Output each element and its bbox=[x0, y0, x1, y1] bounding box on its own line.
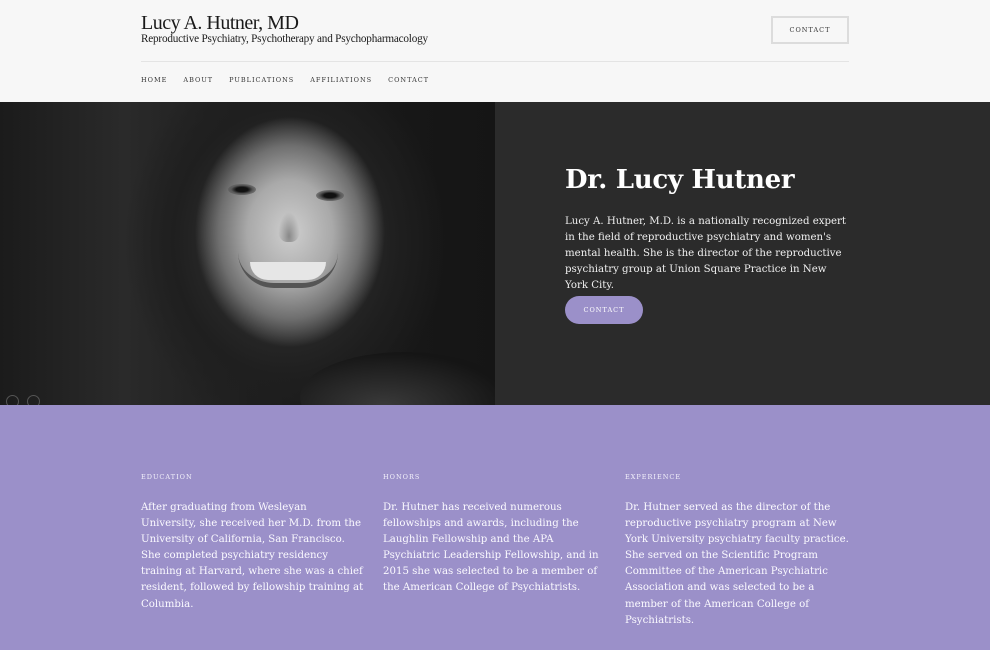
experience-text: Dr. Hutner served as the director of the… bbox=[625, 502, 849, 626]
nav-home[interactable]: HOME bbox=[141, 76, 167, 84]
main-nav: HOME ABOUT PUBLICATIONS AFFILIATIONS CON… bbox=[141, 76, 445, 84]
nav-about[interactable]: ABOUT bbox=[183, 76, 213, 84]
photo-nose bbox=[278, 212, 300, 242]
nav-publications[interactable]: PUBLICATIONS bbox=[229, 76, 294, 84]
site-title[interactable]: Lucy A. Hutner, MD bbox=[141, 12, 299, 35]
nav-affiliations[interactable]: AFFILIATIONS bbox=[310, 76, 372, 84]
experience-heading: EXPERIENCE bbox=[625, 473, 682, 481]
hero-section: Dr. Lucy Hutner Lucy A. Hutner, M.D. is … bbox=[0, 102, 990, 405]
nav-contact[interactable]: CONTACT bbox=[388, 76, 429, 84]
header-contact-button[interactable]: CONTACT bbox=[771, 16, 849, 44]
education-text: After graduating from Wesleyan Universit… bbox=[141, 502, 364, 610]
info-section: EDUCATION After graduating from Wesleyan… bbox=[0, 405, 990, 650]
hero-title: Dr. Lucy Hutner bbox=[565, 165, 795, 195]
photo-shoulder bbox=[300, 352, 495, 405]
photo-ring-icon bbox=[6, 395, 19, 405]
site-subtitle: Reproductive Psychiatry, Psychotherapy a… bbox=[141, 33, 428, 45]
hero-contact-button[interactable]: CONTACT bbox=[565, 296, 643, 324]
hero-description: Lucy A. Hutner, M.D. is a nationally rec… bbox=[565, 216, 846, 291]
education-heading: EDUCATION bbox=[141, 473, 193, 481]
photo-smile bbox=[238, 252, 338, 288]
photo-ring-icon bbox=[27, 395, 40, 405]
site-header: Lucy A. Hutner, MD Reproductive Psychiat… bbox=[0, 0, 990, 102]
portrait-photo bbox=[0, 102, 495, 405]
honors-heading: HONORS bbox=[383, 473, 421, 481]
header-divider bbox=[141, 61, 849, 62]
photo-eye-left bbox=[228, 184, 256, 195]
photo-eye-right bbox=[316, 190, 344, 201]
honors-text: Dr. Hutner has received numerous fellows… bbox=[383, 502, 599, 594]
